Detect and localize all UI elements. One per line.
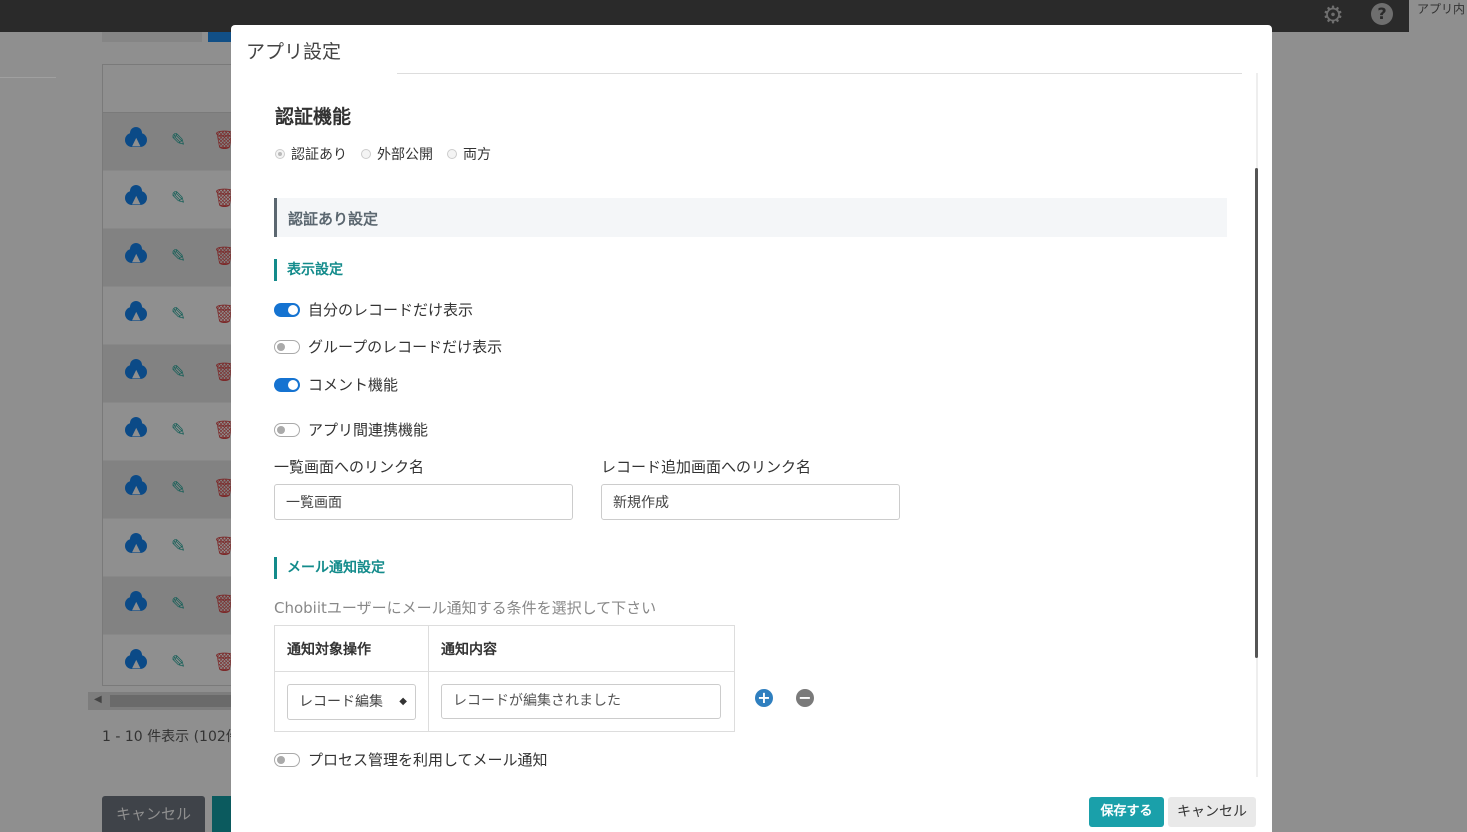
toggle-process-mail[interactable]: プロセス管理を利用してメール通知	[274, 749, 548, 770]
help-icon[interactable]: ?	[1371, 3, 1393, 25]
section-title: 認証あり設定	[288, 210, 379, 228]
toggle-label: コメント機能	[308, 376, 399, 394]
pagination-text: 1 - 10 件表示 (102件	[102, 729, 240, 745]
edit-icon[interactable]: ✎	[171, 537, 186, 557]
operation-cell: レコード編集 ◆	[274, 671, 429, 732]
toggle-own-records[interactable]: 自分のレコードだけ表示	[274, 299, 473, 320]
toggle-label: グループのレコードだけ表示	[308, 338, 503, 356]
edit-icon[interactable]: ✎	[171, 247, 186, 267]
edit-icon[interactable]: ✎	[171, 479, 186, 499]
table-header-row: 通知対象操作 通知内容	[274, 625, 735, 672]
table-header	[103, 65, 243, 113]
toggle-label: プロセス管理を利用してメール通知	[308, 751, 548, 769]
upload-icon[interactable]: ▲	[125, 649, 149, 670]
operation-select-value: レコード編集	[299, 693, 383, 710]
table-row: ▲ ✎ 🗑	[103, 345, 243, 403]
remove-row-icon[interactable]: −	[796, 689, 814, 707]
table-row: ▲ ✎ 🗑	[103, 635, 243, 693]
radio-both[interactable]: 両方	[447, 144, 491, 164]
list-link-input[interactable]	[274, 484, 573, 520]
divider	[397, 73, 1242, 74]
radio-label: 両方	[463, 147, 491, 163]
mail-settings-heading: メール通知設定	[274, 557, 385, 579]
radio-public[interactable]: 外部公開	[361, 144, 433, 164]
table-row: ▲ ✎ 🗑	[103, 171, 243, 229]
notify-table: 通知対象操作 通知内容 レコード編集 ◆ レコードが編集されました	[274, 625, 735, 732]
upload-icon[interactable]: ▲	[125, 185, 149, 206]
records-table: ▲ ✎ 🗑 ▲ ✎ 🗑 ▲ ✎ 🗑 ▲ ✎ 🗑 ▲ ✎ 🗑 ▲ ✎ 🗑 ▲ ✎ 🗑 ▲ ✎ 🗑 ▲ ✎ 🗑 ▲ ✎ 🗑	[102, 64, 244, 693]
divider	[0, 77, 56, 78]
toggle-label: 自分のレコードだけ表示	[308, 301, 474, 319]
table-row: レコード編集 ◆ レコードが編集されました	[274, 671, 735, 732]
radio-dot[interactable]	[447, 149, 457, 159]
add-link-label: レコード追加画面へのリンク名	[601, 458, 812, 476]
table-row: ▲ ✎ 🗑	[103, 519, 243, 577]
upload-icon[interactable]: ▲	[125, 301, 149, 322]
toggle-label: アプリ間連携機能	[308, 421, 429, 439]
content-cell: レコードが編集されました	[428, 671, 735, 732]
upload-icon[interactable]: ▲	[125, 591, 149, 612]
background-button[interactable]	[102, 32, 202, 42]
toggle-switch[interactable]	[274, 752, 300, 767]
radio-label: 認証あり	[291, 147, 347, 163]
scroll-left-icon[interactable]: ◀	[94, 694, 102, 705]
table-row: ▲ ✎ 🗑	[103, 287, 243, 345]
table-row: ▲ ✎ 🗑	[103, 403, 243, 461]
modal-scroll-thumb[interactable]	[1255, 168, 1258, 658]
add-link-input[interactable]	[601, 484, 900, 520]
upload-icon[interactable]: ▲	[125, 533, 149, 554]
upload-icon[interactable]: ▲	[125, 359, 149, 380]
gear-icon[interactable]: ⚙	[1320, 2, 1346, 28]
background-cancel-button[interactable]: キャンセル	[102, 796, 205, 832]
col-content: 通知内容	[428, 625, 735, 672]
radio-auth-on[interactable]: 認証あり	[275, 144, 347, 164]
toggle-switch[interactable]	[274, 302, 300, 317]
list-link-label: 一覧画面へのリンク名	[274, 458, 425, 476]
table-row: ▲ ✎ 🗑	[103, 113, 243, 171]
scroll-thumb[interactable]	[110, 695, 238, 707]
select-caret-icon: ◆	[399, 695, 407, 707]
upload-icon[interactable]: ▲	[125, 127, 149, 148]
toggle-switch[interactable]	[274, 422, 300, 437]
toggle-app-link[interactable]: アプリ間連携機能	[274, 419, 428, 440]
toggle-comments[interactable]: コメント機能	[274, 374, 398, 395]
table-row: ▲ ✎ 🗑	[103, 577, 243, 635]
save-button[interactable]: 保存する	[1089, 797, 1164, 827]
cancel-button[interactable]: キャンセル	[1168, 797, 1256, 827]
radio-dot[interactable]	[361, 149, 371, 159]
mail-hint: Chobiitユーザーにメール通知する条件を選択して下さい	[274, 599, 657, 617]
app-tab[interactable]: アプリ内	[1409, 0, 1467, 32]
upload-icon[interactable]: ▲	[125, 417, 149, 438]
upload-icon[interactable]: ▲	[125, 243, 149, 264]
auth-heading: 認証機能	[275, 106, 352, 128]
toggle-switch[interactable]	[274, 377, 300, 392]
edit-icon[interactable]: ✎	[171, 189, 186, 209]
toggle-group-records[interactable]: グループのレコードだけ表示	[274, 336, 502, 357]
auth-radio-group: 認証あり 外部公開 両方	[275, 144, 491, 164]
modal-title: アプリ設定	[246, 41, 342, 63]
operation-select[interactable]: レコード編集 ◆	[287, 683, 416, 720]
edit-icon[interactable]: ✎	[171, 595, 186, 615]
edit-icon[interactable]: ✎	[171, 421, 186, 441]
edit-icon[interactable]: ✎	[171, 653, 186, 673]
section-header: 認証あり設定	[274, 198, 1227, 237]
edit-icon[interactable]: ✎	[171, 363, 186, 383]
radio-dot[interactable]	[275, 149, 285, 159]
toggle-switch[interactable]	[274, 339, 300, 354]
col-operation: 通知対象操作	[274, 625, 429, 672]
radio-label: 外部公開	[377, 147, 433, 163]
table-row: ▲ ✎ 🗑	[103, 229, 243, 287]
edit-icon[interactable]: ✎	[171, 305, 186, 325]
upload-icon[interactable]: ▲	[125, 475, 149, 496]
horizontal-scrollbar[interactable]: ◀	[88, 692, 238, 710]
add-row-icon[interactable]: +	[755, 689, 773, 707]
app-settings-modal: アプリ設定 認証機能 認証あり 外部公開 両方 認証あり設定 表示設定 自分のレ…	[231, 25, 1272, 832]
table-row: ▲ ✎ 🗑	[103, 461, 243, 519]
edit-icon[interactable]: ✎	[171, 131, 186, 151]
display-settings-heading: 表示設定	[274, 259, 343, 281]
content-input[interactable]: レコードが編集されました	[441, 684, 721, 719]
